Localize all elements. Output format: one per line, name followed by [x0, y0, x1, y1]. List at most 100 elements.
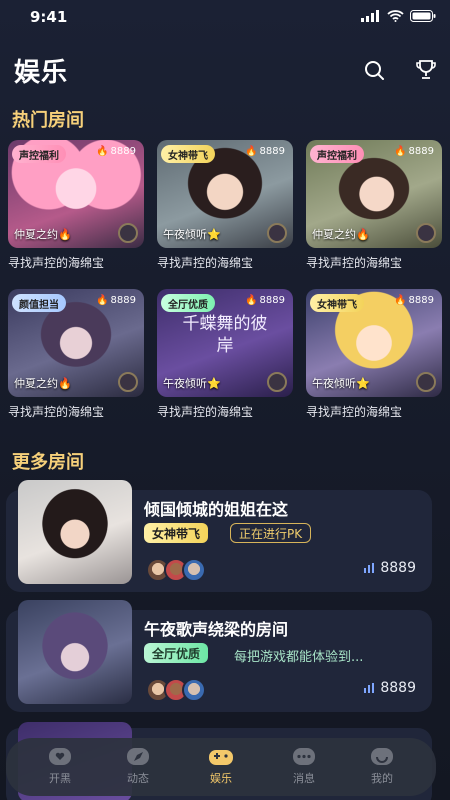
room-thumbnail: 女神带飞 🔥 8889 午夜倾听⭐	[157, 140, 293, 248]
trophy-icon[interactable]	[414, 58, 438, 82]
poster-text: 千蝶舞的彼岸	[182, 314, 268, 356]
room-heat: 🔥 8889	[394, 146, 434, 157]
hot-room-card[interactable]: 声控福利 🔥 8889 仲夏之约🔥 寻找声控的海绵宝	[8, 140, 144, 275]
host-name: 仲夏之约	[14, 228, 58, 241]
room-badge: 声控福利	[12, 145, 66, 163]
hot-room-card[interactable]: 女神带飞 🔥 8889 午夜倾听⭐ 寻找声控的海绵宝	[306, 289, 442, 424]
fire-icon: 🔥	[96, 295, 109, 306]
tab-dynamic[interactable]: 动态	[108, 746, 168, 790]
room-tag: 女神带飞	[144, 523, 209, 543]
mini-avatar	[416, 372, 436, 392]
hot-room-card[interactable]: 颜值担当 🔥 8889 仲夏之约🔥 寻找声控的海绵宝	[8, 289, 144, 424]
section-title-hot: 热门房间	[12, 110, 84, 131]
pk-status: 正在进行PK	[230, 523, 312, 543]
gamepad-icon	[209, 750, 233, 765]
host-emoji: ⭐	[207, 228, 221, 241]
host-emoji: 🔥	[58, 377, 72, 390]
bar-chart-icon	[364, 683, 375, 693]
more-room-row[interactable]: 午夜歌声绕梁的房间 全厅优质 每把游戏都能体验到... 8889	[6, 600, 432, 712]
status-bar: 9:41	[0, 0, 450, 34]
tab-profile[interactable]: 我的	[352, 746, 412, 790]
room-host: 午夜倾听⭐	[163, 226, 221, 242]
tab-label: 我的	[371, 772, 393, 785]
tab-label: 开黑	[49, 772, 71, 785]
room-host: 午夜倾听⭐	[163, 375, 221, 391]
hot-room-card[interactable]: 女神带飞 🔥 8889 午夜倾听⭐ 寻找声控的海绵宝	[157, 140, 293, 275]
heart-chat-icon	[49, 748, 71, 765]
hot-room-card[interactable]: 声控福利 🔥 8889 仲夏之约🔥 寻找声控的海绵宝	[306, 140, 442, 275]
mini-avatar	[118, 223, 138, 243]
room-thumbnail: 千蝶舞的彼岸 全厅优质 🔥 8889 午夜倾听⭐	[157, 289, 293, 397]
host-emoji: ⭐	[207, 377, 221, 390]
message-icon	[293, 748, 315, 765]
avatar	[182, 678, 206, 702]
page-title: 娱乐	[14, 58, 69, 88]
heat-value: 8889	[408, 146, 434, 157]
mini-avatar	[416, 223, 436, 243]
search-icon[interactable]	[362, 58, 386, 82]
battery-icon	[410, 10, 436, 22]
smile-icon	[371, 748, 393, 765]
listener-count: 8889	[364, 680, 416, 696]
room-name: 寻找声控的海绵宝	[306, 405, 403, 419]
room-badge: 女神带飞	[310, 294, 364, 312]
room-thumbnail: 声控福利 🔥 8889 仲夏之约🔥	[8, 140, 144, 248]
room-name: 寻找声控的海绵宝	[8, 405, 105, 419]
status-icons	[361, 10, 436, 22]
host-name: 午夜倾听	[312, 377, 356, 390]
host-emoji: 🔥	[356, 228, 370, 241]
host-emoji: ⭐	[356, 377, 370, 390]
mini-avatar	[118, 372, 138, 392]
room-host: 午夜倾听⭐	[312, 375, 370, 391]
compass-icon	[127, 748, 149, 765]
room-cover	[18, 480, 132, 584]
bar-chart-icon	[364, 563, 375, 573]
signal-icon	[361, 10, 379, 22]
fire-icon: 🔥	[245, 146, 258, 157]
hot-room-card[interactable]: 千蝶舞的彼岸 全厅优质 🔥 8889 午夜倾听⭐ 寻找声控的海绵宝	[157, 289, 293, 424]
room-name: 寻找声控的海绵宝	[306, 256, 403, 270]
room-heat: 🔥 8889	[96, 146, 136, 157]
heat-value: 8889	[259, 295, 285, 306]
room-host: 仲夏之约🔥	[14, 226, 72, 242]
header: 娱乐	[0, 52, 450, 92]
room-description: 每把游戏都能体验到...	[234, 650, 364, 665]
host-name: 午夜倾听	[163, 377, 207, 390]
more-room-row[interactable]: 倾国倾城的姐姐在这 女神带飞 正在进行PK 8889	[6, 480, 432, 592]
heat-value: 8889	[408, 295, 434, 306]
section-title-more: 更多房间	[12, 452, 84, 473]
member-avatars	[146, 678, 206, 702]
room-cover	[18, 600, 132, 704]
room-name: 寻找声控的海绵宝	[157, 256, 254, 270]
tab-label: 动态	[127, 772, 149, 785]
room-tag: 全厅优质	[144, 643, 209, 663]
bottom-tab-bar: 开黑 动态 娱乐 消息 我的	[6, 738, 436, 796]
tab-label: 消息	[293, 772, 315, 785]
wifi-icon	[387, 10, 404, 22]
avatar	[182, 558, 206, 582]
room-thumbnail: 颜值担当 🔥 8889 仲夏之约🔥	[8, 289, 144, 397]
fire-icon: 🔥	[394, 146, 407, 157]
fire-icon: 🔥	[96, 146, 109, 157]
tab-kaihei[interactable]: 开黑	[30, 746, 90, 790]
room-badge: 女神带飞	[161, 145, 215, 163]
room-name: 寻找声控的海绵宝	[157, 405, 254, 419]
room-name: 寻找声控的海绵宝	[8, 256, 105, 270]
more-rooms-list: 倾国倾城的姐姐在这 女神带飞 正在进行PK 8889 午夜歌声绕梁的房间 全厅优…	[6, 480, 432, 730]
heat-value: 8889	[110, 146, 136, 157]
room-title: 倾国倾城的姐姐在这	[144, 500, 289, 519]
member-avatars	[146, 558, 206, 582]
room-thumbnail: 声控福利 🔥 8889 仲夏之约🔥	[306, 140, 442, 248]
tab-entertainment[interactable]: 娱乐	[191, 746, 251, 790]
host-name: 仲夏之约	[14, 377, 58, 390]
fire-icon: 🔥	[245, 295, 258, 306]
room-heat: 🔥 8889	[245, 295, 285, 306]
tab-messages[interactable]: 消息	[274, 746, 334, 790]
heat-value: 8889	[110, 295, 136, 306]
mini-avatar	[267, 372, 287, 392]
room-badge: 颜值担当	[12, 294, 66, 312]
fire-icon: 🔥	[394, 295, 407, 306]
room-host: 仲夏之约🔥	[312, 226, 370, 242]
room-badge: 声控福利	[310, 145, 364, 163]
count-value: 8889	[380, 560, 416, 576]
